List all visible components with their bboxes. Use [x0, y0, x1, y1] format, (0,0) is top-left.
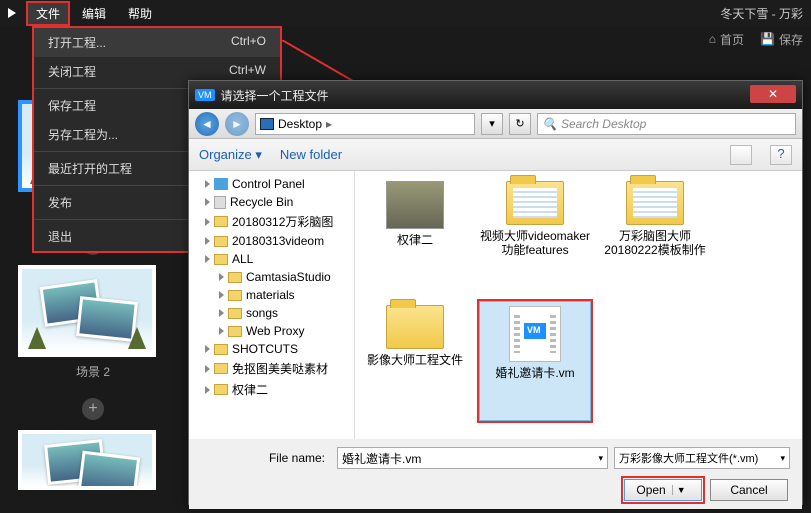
open-button[interactable]: Open▼ — [624, 479, 702, 501]
menu-edit[interactable]: 编辑 — [72, 1, 116, 26]
filetype-select[interactable]: 万彩影像大师工程文件(*.vm)▾ — [614, 447, 790, 469]
tree-folder[interactable]: Web Proxy — [189, 322, 354, 340]
menubar: 文件 编辑 帮助 冬天下雪 - 万彩 — [0, 0, 811, 26]
tree-folder[interactable]: 20180312万彩脑图 — [189, 211, 354, 232]
dialog-nav: ◄ ► Desktop ▸ ▾ ↻ 🔍 Search Desktop — [189, 109, 802, 139]
tree-folder[interactable]: materials — [189, 286, 354, 304]
folder-icon — [506, 181, 564, 225]
nav-back-button[interactable]: ◄ — [195, 112, 219, 136]
help-button[interactable]: ? — [770, 145, 792, 165]
file-item[interactable]: 权律二 — [359, 177, 471, 297]
scene-3[interactable] — [18, 430, 168, 490]
filename-input[interactable]: 婚礼邀请卡.vm▾ — [337, 447, 608, 469]
file-open-dialog: VM 请选择一个工程文件 ✕ ◄ ► Desktop ▸ ▾ ↻ 🔍 Searc… — [188, 80, 803, 505]
menu-open-project[interactable]: 打开工程...Ctrl+O — [34, 28, 280, 57]
nav-forward-button[interactable]: ► — [225, 112, 249, 136]
dialog-toolbar: Organize ▾ New folder ? — [189, 139, 802, 171]
new-folder-button[interactable]: New folder — [280, 147, 342, 162]
view-options-button[interactable] — [730, 145, 752, 165]
save-button[interactable]: 💾 保存 — [760, 31, 803, 48]
window-title: 冬天下雪 - 万彩 — [720, 5, 803, 22]
file-item-selected[interactable]: 婚礼邀请卡.vm — [479, 301, 591, 421]
tree-folder[interactable]: songs — [189, 304, 354, 322]
file-list[interactable]: 权律二 视频大师videomaker 功能features 万彩脑图大师2018… — [355, 171, 802, 439]
tree-folder[interactable]: 免抠图美美哒素材 — [189, 358, 354, 379]
scene-2[interactable]: 场景 2 — [18, 265, 168, 380]
tree-folder[interactable]: ALL — [189, 250, 354, 268]
scene-2-label: 场景 2 — [18, 363, 168, 380]
menu-help[interactable]: 帮助 — [118, 1, 162, 26]
refresh-button[interactable]: ↻ — [509, 113, 531, 135]
folder-icon — [386, 305, 444, 349]
tree-control-panel[interactable]: Control Panel — [189, 175, 354, 193]
search-icon: 🔍 — [542, 117, 557, 131]
home-button[interactable]: ⌂ 首页 — [709, 31, 744, 48]
folder-icon — [626, 181, 684, 225]
tree-folder[interactable]: 权律二 — [189, 379, 354, 400]
file-item[interactable]: 影像大师工程文件 — [359, 301, 471, 421]
search-input[interactable]: 🔍 Search Desktop — [537, 113, 796, 135]
organize-menu[interactable]: Organize ▾ — [199, 147, 262, 163]
file-item[interactable]: 视频大师videomaker 功能features — [479, 177, 591, 297]
dialog-title: 请选择一个工程文件 — [221, 87, 329, 104]
dialog-titlebar: VM 请选择一个工程文件 ✕ — [189, 81, 802, 109]
breadcrumb[interactable]: Desktop ▸ — [255, 113, 475, 135]
tree-folder[interactable]: CamtasiaStudio — [189, 268, 354, 286]
dialog-footer: File name: 婚礼邀请卡.vm▾ 万彩影像大师工程文件(*.vm)▾ O… — [189, 439, 802, 509]
tree-recycle-bin[interactable]: Recycle Bin — [189, 193, 354, 211]
desktop-icon — [260, 118, 274, 130]
vm-file-icon — [509, 306, 561, 362]
vm-badge-icon: VM — [195, 89, 215, 101]
tree-folder[interactable]: 20180313videom — [189, 232, 354, 250]
close-button[interactable]: ✕ — [750, 85, 796, 103]
file-item[interactable]: 万彩脑图大师20180222模板制作 — [599, 177, 711, 297]
play-icon — [8, 8, 16, 18]
add-scene-button-2[interactable]: + — [82, 398, 104, 420]
folder-tree[interactable]: Control Panel Recycle Bin 20180312万彩脑图 2… — [189, 171, 355, 439]
cancel-button[interactable]: Cancel — [710, 479, 788, 501]
image-thumb-icon — [386, 181, 444, 229]
tree-folder[interactable]: SHOTCUTS — [189, 340, 354, 358]
filename-label: File name: — [201, 451, 331, 465]
nav-dropdown-icon[interactable]: ▾ — [481, 113, 503, 135]
menu-file[interactable]: 文件 — [26, 1, 70, 26]
